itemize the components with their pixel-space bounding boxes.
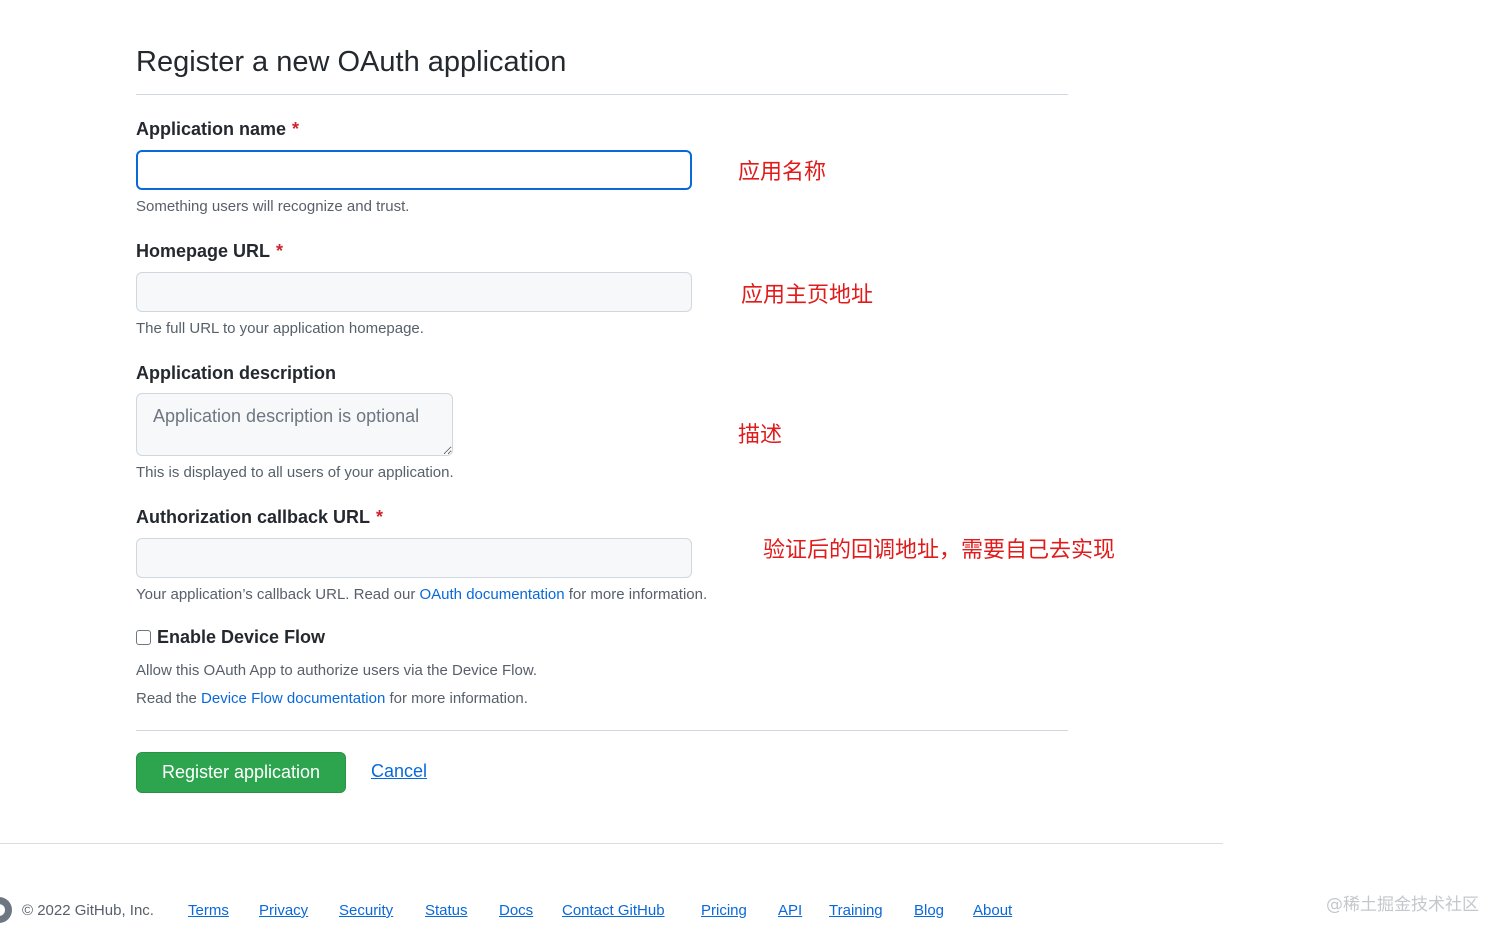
footer-link-docs[interactable]: Docs: [499, 902, 533, 919]
callback-url-note: Your application’s callback URL. Read ou…: [136, 585, 707, 605]
app-name-label: Application name *: [136, 117, 299, 141]
device-flow-row: Enable Device Flow: [136, 627, 325, 648]
footer-link-training[interactable]: Training: [829, 902, 883, 919]
footer-link-pricing[interactable]: Pricing: [701, 902, 747, 919]
app-description-note: This is displayed to all users of your a…: [136, 464, 454, 481]
app-name-note: Something users will recognize and trust…: [136, 198, 410, 215]
annotation-description: 描述: [738, 423, 783, 448]
footer-link-security[interactable]: Security: [339, 902, 393, 919]
app-description-label: Application description: [136, 361, 336, 385]
homepage-url-note: The full URL to your application homepag…: [136, 320, 424, 337]
footer-divider: [0, 843, 1223, 844]
footer-copyright: © 2022 GitHub, Inc.: [22, 902, 154, 919]
homepage-url-label: Homepage URL *: [136, 239, 283, 263]
callback-url-input[interactable]: [136, 538, 692, 578]
callback-url-label: Authorization callback URL *: [136, 505, 383, 529]
device-note-suffix: for more information.: [385, 690, 528, 707]
app-description-textarea[interactable]: [136, 393, 453, 456]
callback-note-suffix: for more information.: [564, 586, 708, 603]
footer-link-blog[interactable]: Blog: [914, 902, 944, 919]
callback-note-prefix: Your application’s callback URL. Read ou…: [136, 586, 420, 603]
register-application-button[interactable]: Register application: [136, 752, 346, 793]
app-description-label-text: Application description: [136, 363, 337, 383]
oauth-register-page: Register a new OAuth application Applica…: [0, 0, 1512, 937]
required-mark: *: [276, 241, 284, 261]
device-flow-note-2: Read the Device Flow documentation for m…: [136, 689, 528, 709]
annotation-homepage: 应用主页地址: [741, 283, 874, 308]
cancel-button[interactable]: Cancel: [371, 761, 427, 782]
page-title: Register a new OAuth application: [136, 46, 567, 78]
footer-link-terms[interactable]: Terms: [188, 902, 229, 919]
actions-divider: [136, 730, 1068, 731]
oauth-documentation-link[interactable]: OAuth documentation: [420, 586, 565, 603]
footer-link-api[interactable]: API: [778, 902, 802, 919]
required-mark: *: [376, 507, 384, 527]
annotation-callback: 验证后的回调地址，需要自己去实现: [763, 538, 1116, 563]
device-flow-checkbox[interactable]: [136, 630, 151, 645]
device-flow-note-1: Allow this OAuth App to authorize users …: [136, 662, 538, 679]
app-name-label-text: Application name: [136, 119, 287, 139]
app-name-input[interactable]: [136, 150, 692, 190]
footer-link-status[interactable]: Status: [425, 902, 468, 919]
device-flow-documentation-link[interactable]: Device Flow documentation: [201, 690, 385, 707]
footer-link-contact-github[interactable]: Contact GitHub: [562, 902, 665, 919]
github-logo-icon[interactable]: [0, 897, 12, 923]
required-mark: *: [292, 119, 300, 139]
device-flow-label[interactable]: Enable Device Flow: [157, 627, 325, 648]
footer-link-privacy[interactable]: Privacy: [259, 902, 308, 919]
juejin-watermark: @稀土掘金技术社区: [1326, 895, 1479, 915]
title-divider: [136, 94, 1068, 95]
device-note-prefix: Read the: [136, 690, 202, 707]
homepage-url-label-text: Homepage URL: [136, 241, 271, 261]
footer-link-about[interactable]: About: [973, 902, 1012, 919]
homepage-url-input[interactable]: [136, 272, 692, 312]
callback-url-label-text: Authorization callback URL: [136, 507, 371, 527]
annotation-app-name: 应用名称: [738, 160, 827, 185]
